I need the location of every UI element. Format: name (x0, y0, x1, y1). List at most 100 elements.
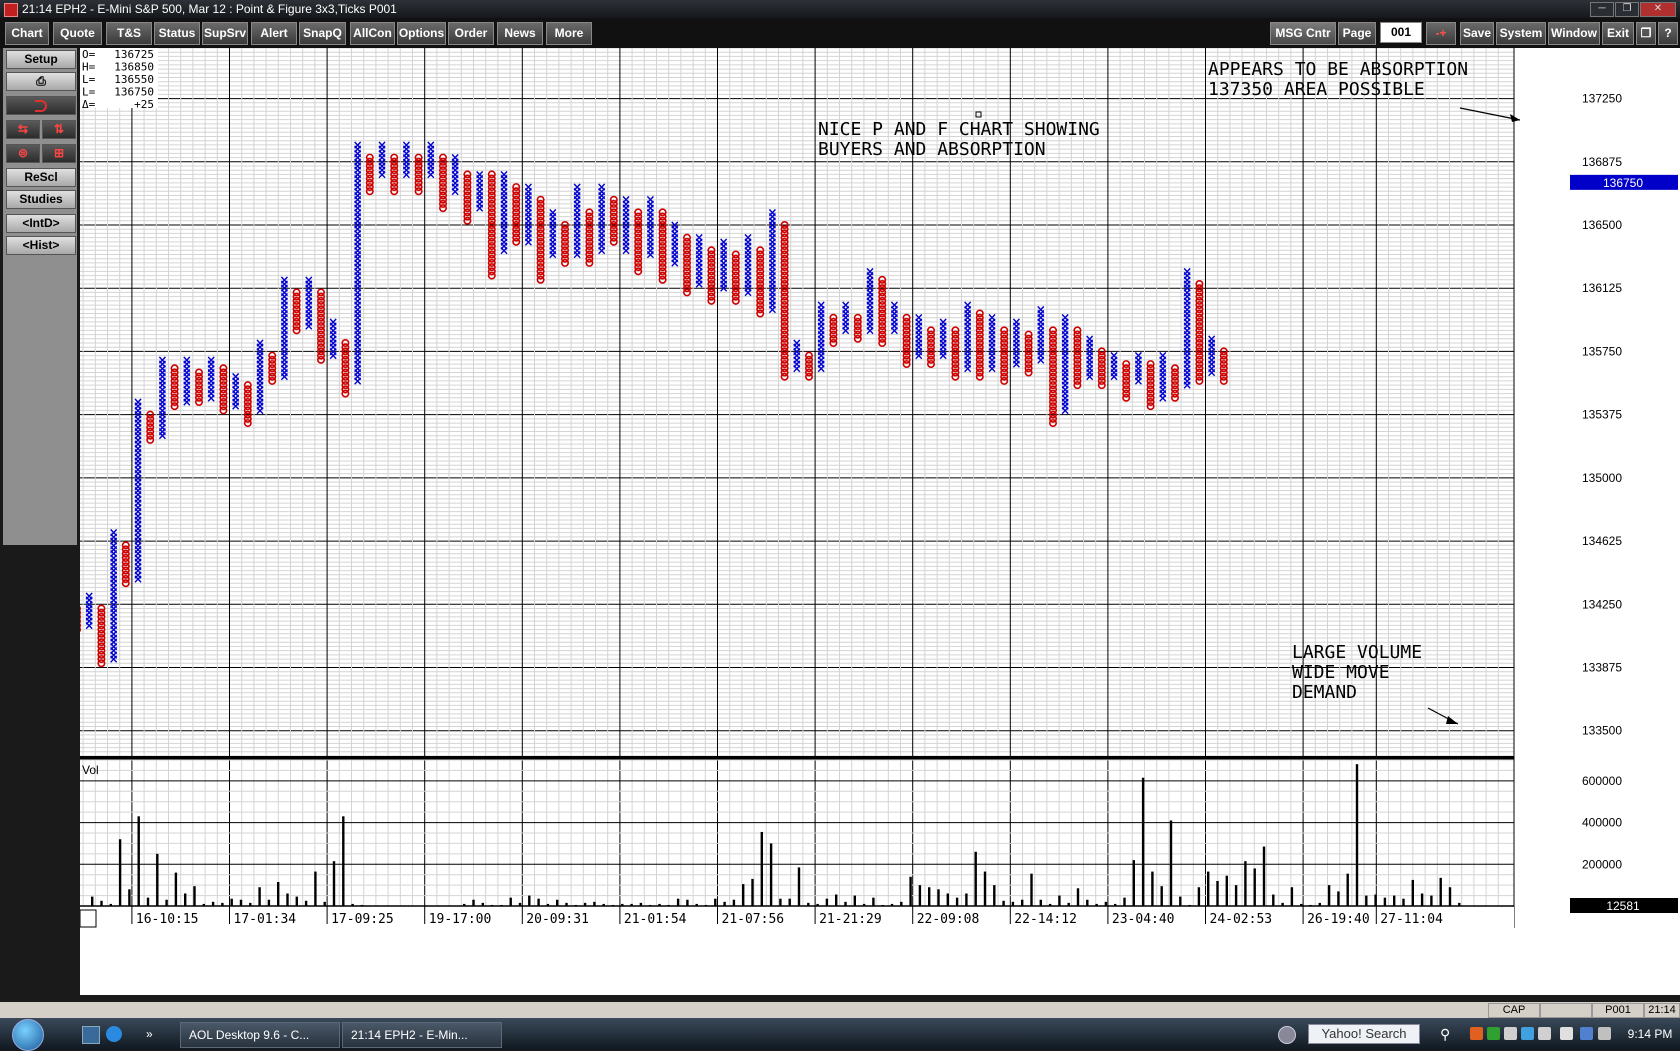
intraday-button[interactable]: <IntD> (6, 214, 76, 233)
volume-bar (658, 904, 660, 906)
history-button[interactable]: <Hist> (6, 236, 76, 255)
volume-bar (751, 879, 753, 906)
expand-icon[interactable]: ⊞ (42, 144, 76, 163)
page-number-input[interactable]: 001 (1380, 22, 1422, 43)
menu-options[interactable]: Options (397, 22, 446, 45)
volume-bar (286, 893, 288, 906)
save-button[interactable]: Save (1460, 22, 1494, 45)
menu-status[interactable]: Status (154, 22, 200, 45)
menu-snapq[interactable]: SnapQ (299, 22, 346, 45)
internet-explorer-icon[interactable] (106, 1026, 122, 1042)
volume-bar (1421, 893, 1423, 906)
hp-icon[interactable] (1278, 1026, 1296, 1044)
volume-bar (789, 899, 791, 906)
tray-icon-5[interactable] (1538, 1027, 1551, 1040)
menu-chart[interactable]: Chart (5, 22, 49, 45)
volume-bar (975, 852, 977, 906)
time-tick-label: 21-01:54 (624, 912, 687, 927)
start-button[interactable] (12, 1019, 44, 1051)
price-tick-label: 135375 (1582, 408, 1622, 422)
annotation-absorption: 137350 AREA POSSIBLE (1208, 79, 1425, 100)
compress-icon[interactable]: ⊜ (6, 144, 40, 163)
volume-bar (119, 839, 121, 906)
volume-tick-label: 200000 (1582, 857, 1622, 871)
menu-more[interactable]: More (546, 22, 592, 45)
menu-allcon[interactable]: AllCon (350, 22, 395, 45)
volume-bar (779, 899, 781, 906)
show-desktop-icon[interactable] (82, 1026, 100, 1044)
window-button[interactable]: Window (1548, 22, 1600, 45)
message-center-button[interactable]: MSG Cntr (1270, 22, 1336, 45)
volume-bar (835, 895, 837, 906)
system-button[interactable]: System (1496, 22, 1546, 45)
maximize-button[interactable]: ❐ (1615, 2, 1639, 17)
volume-bar (1095, 904, 1097, 906)
rescale-button[interactable]: ReScl (6, 168, 76, 187)
volume-bar (100, 901, 102, 906)
volume-bar (314, 872, 316, 906)
minimize-button[interactable]: ─ (1590, 2, 1614, 17)
restore-icon[interactable]: ❐ (1636, 22, 1656, 45)
time-tick-label: 21-07:56 (722, 912, 785, 927)
network-icon[interactable] (1580, 1027, 1593, 1040)
menu-news[interactable]: News (497, 22, 543, 45)
page-stepper-button[interactable]: -+ (1426, 22, 1456, 45)
price-tick-label: 136125 (1582, 281, 1622, 295)
print-icon[interactable]: ⎙ (6, 72, 76, 91)
volume-bar (342, 816, 344, 906)
volume-bar (1040, 900, 1042, 906)
menu-supsrv[interactable]: SupSrv (202, 22, 248, 45)
price-tick-label: 136875 (1582, 155, 1622, 169)
menu-order[interactable]: Order (448, 22, 494, 45)
exit-button[interactable]: Exit (1602, 22, 1634, 45)
volume-bar (770, 843, 772, 906)
volume-bar (984, 872, 986, 906)
magnet-icon[interactable] (6, 96, 76, 115)
x-box: × (475, 167, 485, 181)
volume-bar (1012, 902, 1014, 906)
quick-launch-expand-icon[interactable]: » (146, 1026, 162, 1042)
volume-bar (1105, 902, 1107, 906)
help-button[interactable]: ? (1658, 22, 1678, 45)
tray-icon-4[interactable] (1521, 1027, 1534, 1040)
annotation-main: NICE P AND F CHART SHOWING (818, 119, 1100, 140)
volume-tick-label: 400000 (1582, 816, 1622, 830)
tray-icon-6[interactable] (1560, 1027, 1573, 1040)
close-button[interactable]: ✕ (1640, 2, 1676, 17)
annotation-absorption: APPEARS TO BE ABSORPTION (1208, 59, 1468, 80)
volume-bar (351, 904, 353, 906)
scale-horizontal-icon[interactable]: ⇆ (6, 120, 40, 139)
window-title: 21:14 EPH2 - E-Mini S&P 500, Mar 12 : Po… (22, 0, 397, 18)
tray-icon-1[interactable] (1470, 1027, 1483, 1040)
x-box: × (1011, 315, 1021, 329)
volume-bar (482, 903, 484, 906)
volume-icon[interactable] (1598, 1027, 1611, 1040)
scale-vertical-icon[interactable]: ⇅ (42, 120, 76, 139)
taskbar-item-aol[interactable]: AOL Desktop 9.6 - C... (180, 1022, 340, 1048)
taskbar-item-chart[interactable]: 21:14 EPH2 - E-Min... (342, 1022, 502, 1048)
tray-icon-3[interactable] (1504, 1027, 1517, 1040)
time-tick-label: 23-04:40 (1112, 912, 1175, 927)
menu-quote[interactable]: Quote (53, 22, 102, 45)
title-bar: 21:14 EPH2 - E-Mini S&P 500, Mar 12 : Po… (0, 0, 1680, 18)
annotation-main: BUYERS AND ABSORPTION (818, 139, 1046, 160)
x-box: × (499, 167, 509, 181)
setup-button[interactable]: Setup (6, 50, 76, 69)
tray-icon-2[interactable] (1487, 1027, 1500, 1040)
studies-button[interactable]: Studies (6, 190, 76, 209)
volume-bar (1337, 891, 1339, 906)
menu-time-and-sales[interactable]: T&S (106, 22, 152, 45)
volume-bar (1114, 904, 1116, 906)
chart-area[interactable]: ××××××××××××××××××××××××××××××××××××××××… (80, 48, 1680, 995)
volume-bar (249, 903, 251, 906)
volume-bar (138, 816, 140, 906)
x-box: × (157, 353, 167, 367)
pnf-chart[interactable]: ××××××××××××××××××××××××××××××××××××××××… (80, 48, 1680, 995)
volume-bar (965, 893, 967, 906)
volume-bar (668, 905, 670, 906)
search-icon[interactable]: ⚲ (1440, 1026, 1456, 1042)
yahoo-search-input[interactable]: Yahoo! Search (1308, 1024, 1420, 1044)
ohlc-value: +25 (134, 98, 154, 111)
volume-bar (258, 887, 260, 906)
menu-alert[interactable]: Alert (251, 22, 297, 45)
